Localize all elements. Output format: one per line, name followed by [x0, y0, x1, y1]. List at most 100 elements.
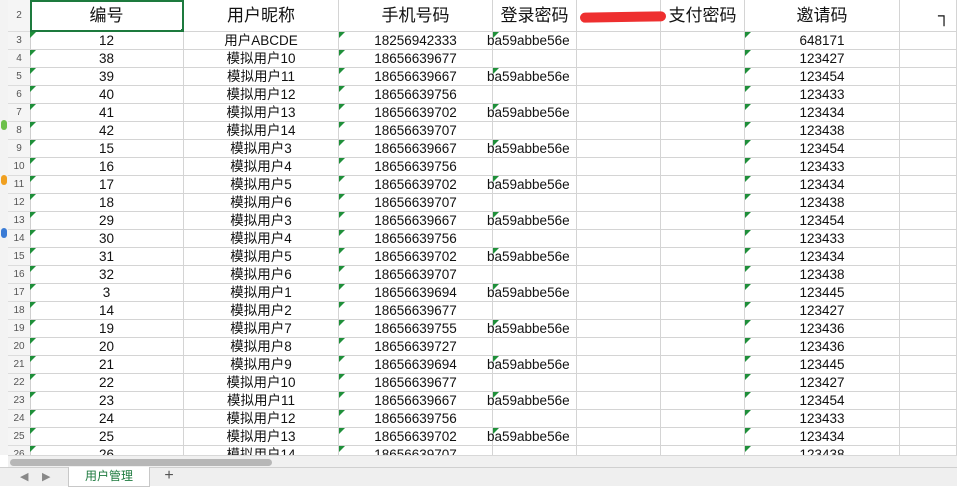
cell-phone[interactable]: 18656639667	[339, 392, 493, 410]
cell-empty[interactable]	[577, 176, 661, 194]
table-row[interactable]: 40 模拟用户12 18656639756 123433	[30, 86, 957, 104]
cell-phone[interactable]: 18256942333	[339, 32, 493, 50]
cell-id[interactable]: 38	[30, 50, 184, 68]
cell-invite-code[interactable]: 123427	[745, 50, 900, 68]
cell-phone[interactable]: 18656639667	[339, 68, 493, 86]
table-row[interactable]: 16 模拟用户4 18656639756 123433	[30, 158, 957, 176]
cell-id[interactable]: 40	[30, 86, 184, 104]
cell-login-password[interactable]	[493, 446, 577, 455]
column-header-nickname[interactable]: 用户昵称	[184, 0, 339, 32]
cell-invite-code[interactable]: 123434	[745, 176, 900, 194]
cell-empty[interactable]	[577, 194, 661, 212]
cell-pay-password[interactable]	[661, 446, 745, 455]
cell-nickname[interactable]: 模拟用户12	[184, 410, 339, 428]
cell-login-password[interactable]: ba59abbe56e	[487, 428, 577, 446]
cell-empty[interactable]	[900, 50, 957, 68]
cell-pay-password[interactable]	[661, 32, 745, 50]
cell-pay-password[interactable]	[661, 356, 745, 374]
cell-invite-code[interactable]: 123454	[745, 68, 900, 86]
cell-pay-password[interactable]	[661, 428, 745, 446]
cell-id[interactable]: 26	[30, 446, 184, 455]
next-sheet-icon[interactable]: ▶	[42, 470, 50, 483]
cell-invite-code[interactable]: 123433	[745, 158, 900, 176]
cell-empty[interactable]	[900, 446, 957, 455]
cell-empty[interactable]	[900, 140, 957, 158]
table-row[interactable]: 14 模拟用户2 18656639677 123427	[30, 302, 957, 320]
cell-phone[interactable]: 18656639702	[339, 104, 493, 122]
cell-pay-password[interactable]	[661, 320, 745, 338]
cell-invite-code[interactable]: 123454	[745, 140, 900, 158]
cell-login-password[interactable]	[493, 410, 577, 428]
cell-empty[interactable]	[577, 284, 661, 302]
cell-pay-password[interactable]	[661, 194, 745, 212]
cell-nickname[interactable]: 模拟用户14	[184, 446, 339, 455]
cell-empty[interactable]	[577, 428, 661, 446]
cell-pay-password[interactable]	[661, 176, 745, 194]
cell-invite-code[interactable]: 123427	[745, 302, 900, 320]
table-row[interactable]: 22 模拟用户10 18656639677 123427	[30, 374, 957, 392]
table-row[interactable]: 42 模拟用户14 18656639707 123438	[30, 122, 957, 140]
cell-pay-password[interactable]	[661, 338, 745, 356]
cell-empty[interactable]	[577, 68, 661, 86]
cell-pay-password[interactable]	[661, 68, 745, 86]
column-header-invite-code[interactable]: 邀请码	[745, 0, 900, 32]
cell-login-password[interactable]	[493, 338, 577, 356]
cell-id[interactable]: 31	[30, 248, 184, 266]
column-header-pay-password[interactable]: 支付密码	[661, 0, 745, 32]
cell-invite-code[interactable]: 123433	[745, 86, 900, 104]
cell-empty[interactable]	[900, 374, 957, 392]
cell-empty[interactable]	[900, 248, 957, 266]
cell-id[interactable]: 32	[30, 266, 184, 284]
cell-nickname[interactable]: 模拟用户7	[184, 320, 339, 338]
cell-empty[interactable]	[900, 176, 957, 194]
cell-pay-password[interactable]	[661, 410, 745, 428]
cell-pay-password[interactable]	[661, 374, 745, 392]
cell-pay-password[interactable]	[661, 266, 745, 284]
cell-empty[interactable]	[900, 302, 957, 320]
sheet-tab-user-management[interactable]: 用户管理	[68, 467, 150, 487]
cell-empty[interactable]	[577, 230, 661, 248]
cell-empty[interactable]	[577, 392, 661, 410]
cell-empty[interactable]	[900, 86, 957, 104]
cell-login-password[interactable]: ba59abbe56e	[487, 356, 577, 374]
cell-login-password[interactable]: ba59abbe56e	[487, 104, 577, 122]
cell-login-password[interactable]	[493, 194, 577, 212]
cell-empty[interactable]	[900, 32, 957, 50]
cell-empty[interactable]	[577, 32, 661, 50]
table-row[interactable]: 20 模拟用户8 18656639727 123436	[30, 338, 957, 356]
cell-phone[interactable]: 18656639702	[339, 428, 493, 446]
cell-nickname[interactable]: 模拟用户5	[184, 248, 339, 266]
cell-phone[interactable]: 18656639756	[339, 230, 493, 248]
cell-id[interactable]: 20	[30, 338, 184, 356]
cell-login-password[interactable]	[493, 374, 577, 392]
cell-invite-code[interactable]: 123438	[745, 266, 900, 284]
cell-id[interactable]: 42	[30, 122, 184, 140]
cell-phone[interactable]: 18656639667	[339, 212, 493, 230]
cell-login-password[interactable]: ba59abbe56e	[487, 212, 577, 230]
spreadsheet[interactable]: 2 3 4 5 6 7 8 9 10 11 12 13 14 15 16 17 18 19 20 21 22 23 24 25…	[0, 0, 957, 455]
table-row[interactable]: 21 模拟用户9 18656639694 ba59abbe56e 123445	[30, 356, 957, 374]
cell-phone[interactable]: 18656639702	[339, 176, 493, 194]
cell-pay-password[interactable]	[661, 302, 745, 320]
cell-pay-password[interactable]	[661, 158, 745, 176]
cell-empty[interactable]	[577, 410, 661, 428]
cell-pay-password[interactable]	[661, 248, 745, 266]
cell-id[interactable]: 19	[30, 320, 184, 338]
cell-empty[interactable]	[577, 374, 661, 392]
cell-empty[interactable]	[900, 410, 957, 428]
cell-empty[interactable]	[900, 194, 957, 212]
cell-empty[interactable]	[577, 248, 661, 266]
cell-id[interactable]: 24	[30, 410, 184, 428]
cell-id[interactable]: 3	[30, 284, 184, 302]
cell-empty[interactable]	[577, 86, 661, 104]
table-row[interactable]: 25 模拟用户13 18656639702 ba59abbe56e 123434	[30, 428, 957, 446]
cell-nickname[interactable]: 用户ABCDE	[184, 32, 339, 50]
table-row[interactable]: 39 模拟用户11 18656639667 ba59abbe56e 123454	[30, 68, 957, 86]
cell-id[interactable]: 18	[30, 194, 184, 212]
cell-empty[interactable]	[900, 68, 957, 86]
cell-id[interactable]: 17	[30, 176, 184, 194]
column-header-phone[interactable]: 手机号码	[339, 0, 493, 32]
table-row[interactable]: 30 模拟用户4 18656639756 123433	[30, 230, 957, 248]
cell-invite-code[interactable]: 123436	[745, 338, 900, 356]
cell-nickname[interactable]: 模拟用户8	[184, 338, 339, 356]
